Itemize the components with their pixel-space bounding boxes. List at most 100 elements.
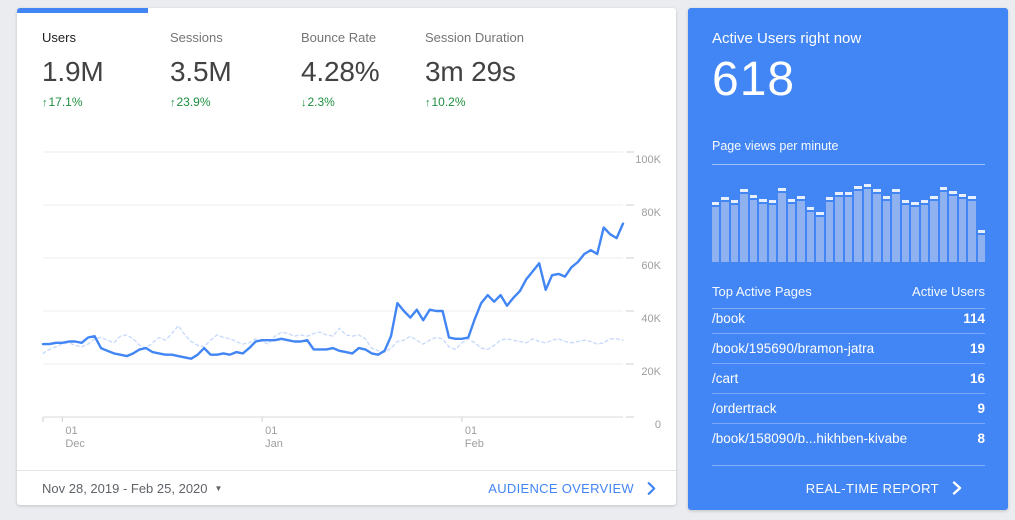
pageviews-bar [940, 182, 947, 262]
overview-card-footer: Nov 28, 2019 - Feb 25, 2020 ▼ AUDIENCE O… [17, 470, 676, 505]
bar-cap [826, 197, 833, 200]
bar-cap [854, 186, 861, 189]
pageviews-bar [797, 182, 804, 262]
active-users-now: 618 [712, 52, 795, 107]
metric-value: 4.28% [301, 56, 425, 88]
y-axis-label: 0 [655, 419, 661, 431]
page-path: /book [712, 311, 745, 326]
metric-tabs: Users 1.9M ↑17.1% Sessions 3.5M ↑23.9% B… [17, 8, 676, 109]
bar-body [968, 201, 975, 262]
bar-body [750, 200, 757, 262]
bar-cap [845, 192, 852, 195]
bar-body [978, 235, 985, 262]
bar-body [778, 193, 785, 262]
y-axis-label: 20K [641, 366, 661, 378]
pageviews-bar [911, 182, 918, 262]
bar-body [921, 205, 928, 262]
bar-body [845, 197, 852, 262]
bar-body [797, 201, 804, 262]
active-users-count: 19 [970, 341, 985, 356]
bar-cap [721, 197, 728, 200]
pageviews-bar [740, 182, 747, 262]
bar-body [816, 217, 823, 262]
realtime-report-link[interactable]: REAL-TIME REPORT [806, 481, 962, 496]
bar-body [807, 212, 814, 262]
audience-overview-card: Users 1.9M ↑17.1% Sessions 3.5M ↑23.9% B… [17, 8, 676, 505]
x-axis-label-month: Jan [265, 438, 283, 450]
metric-label: Sessions [170, 30, 301, 45]
pageviews-bar [892, 182, 899, 262]
metric-delta: ↑17.1% [42, 95, 170, 109]
bar-body [788, 204, 795, 262]
pageviews-bar [807, 182, 814, 262]
x-axis-label-day: 01 [265, 425, 277, 437]
metric-label: Users [42, 30, 170, 45]
pageviews-bar [854, 182, 861, 262]
bar-cap [816, 212, 823, 215]
active-pages-table: /book114/book/195690/bramon-jatra19/cart… [712, 304, 985, 453]
bar-body [940, 192, 947, 262]
pageviews-per-minute-label: Page views per minute [712, 139, 838, 153]
metric-tab-sessions[interactable]: Sessions 3.5M ↑23.9% [170, 30, 301, 109]
page-path: /ordertrack [712, 401, 777, 416]
chevron-right-icon [647, 482, 656, 495]
metric-delta-value: 10.2% [432, 95, 466, 109]
x-axis-label-month: Feb [465, 438, 484, 450]
pageviews-bar [949, 182, 956, 262]
active-users-count: 16 [970, 371, 985, 386]
metric-tab-users[interactable]: Users 1.9M ↑17.1% [42, 30, 170, 109]
metric-tab-bounce-rate[interactable]: Bounce Rate 4.28% ↓2.3% [301, 30, 425, 109]
pageviews-bar [959, 182, 966, 262]
pageviews-bar [883, 182, 890, 262]
bar-cap [949, 191, 956, 194]
bar-cap [740, 189, 747, 192]
bar-body [883, 201, 890, 262]
pageviews-bar [835, 182, 842, 262]
arrow-up-icon: ↑ [170, 97, 176, 109]
bar-cap [807, 207, 814, 210]
active-page-row: /ordertrack 9 [712, 394, 985, 424]
bar-body [911, 207, 918, 262]
audience-overview-link-label: AUDIENCE OVERVIEW [488, 481, 634, 496]
pageviews-bar [978, 182, 985, 262]
metric-delta-value: 17.1% [49, 95, 83, 109]
bar-cap [921, 200, 928, 203]
users-line-chart[interactable]: 020K40K60K80K100K01Dec01Jan01Feb [17, 138, 676, 458]
active-users-count: 8 [977, 431, 985, 446]
bar-cap [712, 202, 719, 205]
bar-cap [835, 192, 842, 195]
date-range-selector[interactable]: Nov 28, 2019 - Feb 25, 2020 ▼ [42, 481, 222, 496]
audience-overview-link[interactable]: AUDIENCE OVERVIEW [488, 481, 656, 496]
pageviews-bar [778, 182, 785, 262]
realtime-card: Active Users right now 618 Page views pe… [688, 8, 1008, 510]
bar-cap [902, 200, 909, 203]
bar-body [712, 207, 719, 262]
metric-value: 3m 29s [425, 56, 524, 88]
metric-value: 1.9M [42, 56, 170, 88]
page-path: /book/195690/bramon-jatra [712, 341, 874, 356]
x-axis-label-day: 01 [465, 425, 477, 437]
bar-body [740, 194, 747, 262]
column-header-pages: Top Active Pages [712, 284, 812, 299]
caret-down-icon: ▼ [215, 484, 223, 493]
pageviews-bar [731, 182, 738, 262]
bar-cap [769, 200, 776, 203]
bar-cap [978, 230, 985, 233]
current-period-line [43, 224, 623, 359]
bar-body [959, 199, 966, 262]
pageviews-bar [864, 182, 871, 262]
pageviews-bar [750, 182, 757, 262]
metric-tab-session-duration[interactable]: Session Duration 3m 29s ↑10.2% [425, 30, 524, 109]
bar-cap [778, 188, 785, 191]
bar-cap [892, 189, 899, 192]
arrow-up-icon: ↑ [42, 97, 48, 109]
bar-body [930, 201, 937, 262]
bar-body [835, 197, 842, 262]
pageviews-bar [712, 182, 719, 262]
bar-cap [750, 195, 757, 198]
active-users-count: 114 [963, 311, 985, 326]
arrow-down-icon: ↓ [301, 97, 307, 109]
active-users-count: 9 [977, 401, 985, 416]
bar-body [864, 189, 871, 262]
bar-cap [759, 199, 766, 202]
